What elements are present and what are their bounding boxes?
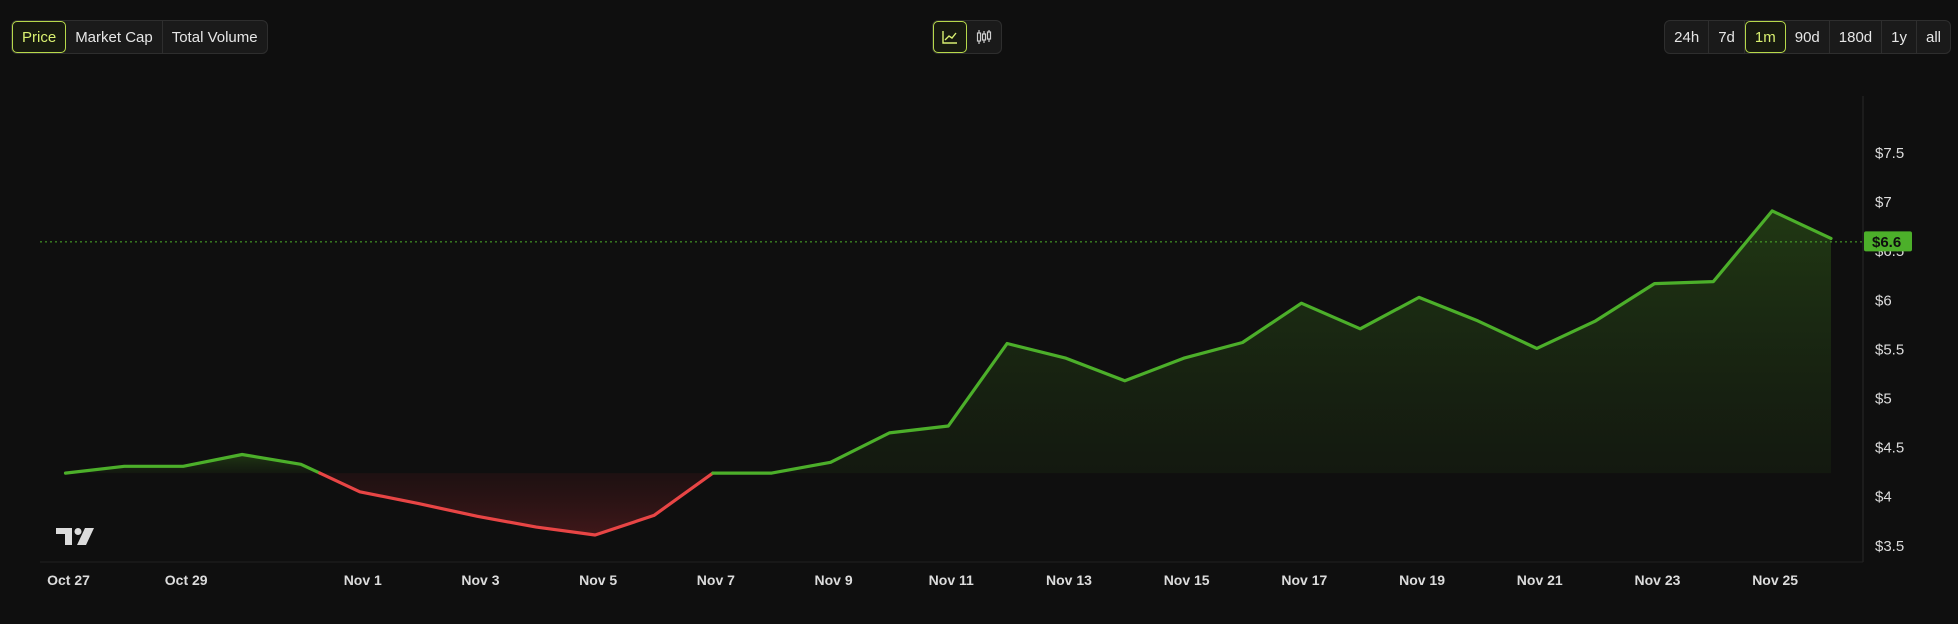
y-tick-label: $5 [1875,391,1892,408]
y-tick-label: $6 [1875,292,1892,309]
y-tick-label: $4.5 [1875,440,1904,457]
x-tick-label: Nov 21 [1517,572,1563,588]
x-tick-label: Nov 17 [1281,572,1327,588]
x-tick-label: Nov 5 [579,572,617,588]
x-tick-label: Nov 3 [461,572,499,588]
y-tick-label: $3.5 [1875,538,1904,555]
price-chart: $3.5$4$4.5$5$5.5$6$6.5$7$7.5$6.6Oct 27 Oc… [40,96,1912,588]
x-tick-label: Nov 19 [1399,572,1445,588]
tradingview-logo [56,528,94,545]
x-tick-label: Oct 29 [165,572,208,588]
area-fill-above-baseline [712,210,1831,474]
x-tick-label: Nov 11 [929,572,974,588]
x-tick-label: Oct 27 [47,572,90,588]
y-tick-label: $4 [1875,489,1892,506]
x-tick-label: Nov 23 [1634,572,1680,588]
x-tick-label: Nov 1 [344,572,382,588]
y-tick-label: $7 [1875,194,1892,211]
x-tick-label: Nov 9 [814,572,852,588]
x-tick-label: Nov 7 [697,572,735,588]
x-tick-label: Nov 15 [1164,572,1210,588]
current-price-label: $6.6 [1872,234,1901,251]
x-tick-label: Nov 13 [1046,572,1092,588]
y-tick-label: $7.5 [1875,145,1904,162]
x-tick-label: Nov 25 [1752,572,1798,588]
area-fill-below-baseline [319,473,713,535]
y-tick-label: $5.5 [1875,341,1904,358]
